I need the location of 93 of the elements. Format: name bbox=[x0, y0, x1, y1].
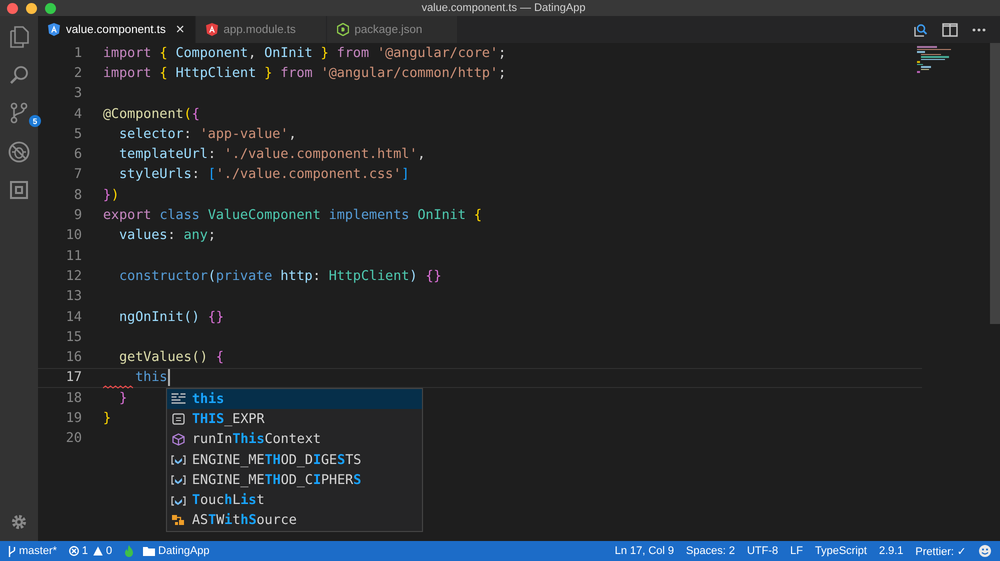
suggestion-item[interactable]: this bbox=[167, 389, 422, 410]
variable-icon bbox=[171, 496, 186, 506]
snippet-icon bbox=[171, 393, 186, 406]
suggestion-item[interactable]: TouchList bbox=[167, 490, 422, 511]
code-line: } bbox=[103, 410, 112, 426]
smiley-icon[interactable] bbox=[978, 544, 992, 558]
line-number: 14 bbox=[64, 310, 82, 324]
suggestion-item[interactable]: THIS_EXPR bbox=[167, 409, 422, 430]
line-number: 18 bbox=[64, 390, 82, 406]
code-line: getValues() { bbox=[118, 350, 224, 366]
code-line: constructor(private http: HttpClient) {} bbox=[118, 268, 442, 284]
scrollbar[interactable] bbox=[990, 43, 1000, 324]
code-line: @Component({ bbox=[103, 106, 200, 122]
open-preview-icon[interactable] bbox=[912, 22, 928, 38]
suggestion-item[interactable]: ENGINE_METHOD_DIGESTS bbox=[167, 450, 422, 470]
close-tab-icon[interactable]: × bbox=[176, 21, 184, 38]
search-button[interactable] bbox=[9, 65, 29, 85]
no-bug-icon bbox=[8, 141, 30, 163]
files-icon bbox=[9, 26, 29, 48]
minimize-window-button[interactable] bbox=[26, 2, 37, 14]
branch-status[interactable]: master* bbox=[8, 545, 57, 557]
suggestion-item[interactable]: ASTWithSource bbox=[167, 510, 422, 532]
line-number: 4 bbox=[72, 106, 82, 122]
line-number: 13 bbox=[64, 289, 82, 304]
variable-icon bbox=[171, 455, 186, 466]
status-item[interactable]: Spaces: 2 bbox=[686, 545, 735, 557]
code-line: ngOnInit() {} bbox=[118, 310, 224, 324]
branch-icon bbox=[8, 546, 16, 556]
line-number: 9 bbox=[72, 208, 82, 224]
constant-icon bbox=[171, 413, 186, 426]
code-line: styleUrls: ['./value.component.css'] bbox=[118, 167, 410, 182]
extensions-icon bbox=[9, 180, 29, 200]
status-item[interactable]: Prettier: ✓ bbox=[915, 544, 966, 558]
line-number: 2 bbox=[72, 66, 82, 81]
code-line: this bbox=[134, 370, 168, 386]
line-number: 16 bbox=[64, 350, 82, 366]
line-number: 8 bbox=[72, 188, 82, 203]
suggestion-item[interactable]: ENGINE_METHOD_CIPHERS bbox=[167, 470, 422, 490]
branch-icon bbox=[10, 102, 28, 124]
status-item[interactable]: 2.9.1 bbox=[878, 545, 904, 557]
line-number: 19 bbox=[64, 410, 82, 426]
editor-tab[interactable]: package.json bbox=[326, 16, 458, 43]
error-squiggle bbox=[103, 385, 133, 390]
code-line: export class ValueComponent implements OnInit { bbox=[103, 208, 482, 224]
errors-status[interactable]: 1 bbox=[68, 545, 88, 557]
error-icon bbox=[68, 546, 79, 556]
line-number: 20 bbox=[64, 431, 82, 446]
code-line: } bbox=[118, 390, 128, 406]
line-number: 5 bbox=[72, 126, 82, 142]
folder-icon bbox=[143, 546, 156, 556]
line-number: 10 bbox=[64, 228, 82, 244]
line-number: 7 bbox=[72, 167, 82, 182]
cube-icon bbox=[171, 433, 186, 446]
window-title: value.component.ts — DatingApp bbox=[420, 2, 586, 14]
debug-button[interactable] bbox=[8, 141, 30, 163]
warning-icon bbox=[93, 546, 104, 556]
line-number: 12 bbox=[64, 268, 82, 284]
line-number: 6 bbox=[72, 147, 82, 162]
status-item[interactable]: LF bbox=[790, 545, 803, 557]
line-number: 17 bbox=[64, 370, 82, 386]
status-item[interactable]: Ln 17, Col 9 bbox=[614, 545, 674, 557]
warnings-status[interactable]: 0 bbox=[93, 545, 112, 557]
settings-icon bbox=[10, 513, 28, 531]
code-line: templateUrl: './value.component.html', bbox=[118, 147, 426, 162]
settings-button[interactable] bbox=[10, 513, 28, 531]
class-icon bbox=[171, 514, 186, 528]
variable-icon bbox=[171, 475, 186, 486]
text-cursor bbox=[168, 369, 170, 386]
editor-tab[interactable]: app.module.ts bbox=[196, 16, 326, 43]
close-window-button[interactable] bbox=[7, 2, 18, 14]
line-number: 15 bbox=[64, 330, 82, 345]
extensions-button[interactable] bbox=[9, 180, 29, 200]
source-control-button[interactable] bbox=[10, 102, 28, 124]
folder-status[interactable]: DatingApp bbox=[143, 545, 210, 557]
status-item[interactable]: UTF-8 bbox=[746, 545, 778, 557]
split-editor-icon[interactable] bbox=[942, 22, 958, 36]
code-line: import { HttpClient } from '@angular/common/http'; bbox=[103, 66, 506, 81]
maximize-window-button[interactable] bbox=[45, 2, 56, 14]
editor-tab[interactable]: value.component.ts × bbox=[38, 16, 196, 43]
line-number: 11 bbox=[64, 248, 82, 264]
suggestion-item[interactable]: runInThisContext bbox=[167, 430, 422, 450]
changes-badge: 5 bbox=[29, 115, 41, 127]
status-item[interactable]: TypeScript bbox=[814, 545, 867, 557]
more-actions-icon[interactable] bbox=[972, 28, 986, 32]
search-icon bbox=[9, 65, 29, 85]
line-number: 3 bbox=[72, 86, 82, 102]
code-line: }) bbox=[103, 188, 120, 203]
code-line: values: any; bbox=[118, 228, 216, 244]
code-line: import { Component, OnInit } from '@angular/core'; bbox=[103, 46, 506, 61]
code-line: selector: 'app-value', bbox=[118, 126, 296, 142]
flame-icon[interactable] bbox=[124, 545, 134, 557]
line-number: 1 bbox=[72, 46, 82, 61]
explorer-button[interactable] bbox=[9, 26, 29, 48]
